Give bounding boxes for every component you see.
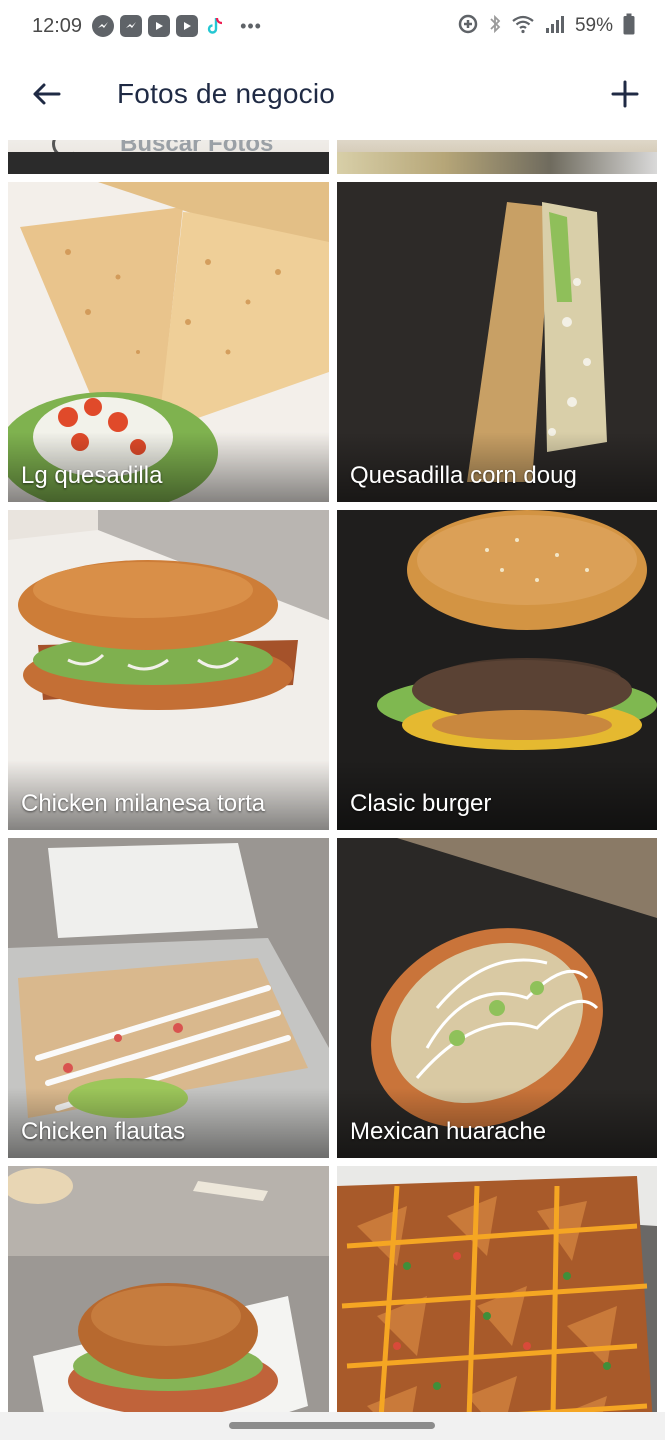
photo-caption: Chicken flautas: [21, 1118, 186, 1145]
photo-tile[interactable]: Clasic burger: [337, 510, 657, 830]
photo-strip: [8, 152, 329, 174]
torta-plate-photo: [8, 1166, 329, 1440]
battery-percent: 59%: [574, 15, 613, 36]
system-status: 59%: [457, 13, 635, 40]
photo-strip: [337, 152, 657, 174]
messenger-icon: [120, 15, 143, 37]
signal-icon: [545, 14, 565, 39]
battery-icon: [623, 13, 635, 40]
back-button[interactable]: [24, 72, 68, 116]
wifi-icon: [511, 14, 535, 39]
home-gesture-handle[interactable]: [229, 1422, 435, 1429]
more-notifications-icon: •••: [240, 15, 262, 36]
data-saver-icon: [457, 13, 479, 40]
page-title: Fotos de negocio: [117, 78, 336, 109]
photo-caption: Lg quesadilla: [21, 462, 163, 489]
photo-tile[interactable]: Lg quesadilla: [8, 182, 329, 502]
bluetooth-icon: [489, 14, 501, 39]
photo-caption: Chicken milanesa torta: [21, 790, 266, 817]
photo-tile[interactable]: [8, 1166, 329, 1440]
photo-tile[interactable]: Mexican huarache: [337, 838, 657, 1158]
arrow-left-icon: [33, 83, 61, 105]
photo-caption: Mexican huarache: [350, 1118, 547, 1145]
add-photo-button[interactable]: [603, 72, 647, 116]
photo-tile[interactable]: Quesadilla corn doug: [337, 182, 657, 502]
photo-tile[interactable]: Chicken milanesa torta: [8, 510, 329, 830]
clock: 12:09: [32, 14, 83, 37]
nachos-photo: [337, 1166, 657, 1440]
tiktok-icon: [204, 15, 226, 37]
photo-tile[interactable]: Chicken flautas: [8, 838, 329, 1158]
photo-caption: Clasic burger: [350, 790, 492, 817]
notification-icons: •••: [92, 15, 262, 37]
plus-icon: [611, 80, 639, 108]
system-nav-bar: [0, 1412, 665, 1440]
photo-caption: Quesadilla corn doug: [350, 462, 577, 489]
messenger-icon: [92, 15, 115, 37]
youtube-icon: [148, 15, 171, 37]
app-bar: Fotos de negocio: [0, 52, 665, 140]
photo-tile[interactable]: [337, 1166, 657, 1440]
photo-grid: Lg quesadilla Quesadilla corn doug Chick…: [8, 182, 658, 1440]
youtube-icon: [176, 15, 199, 37]
status-bar: 12:09 ••• 59%: [0, 0, 665, 52]
